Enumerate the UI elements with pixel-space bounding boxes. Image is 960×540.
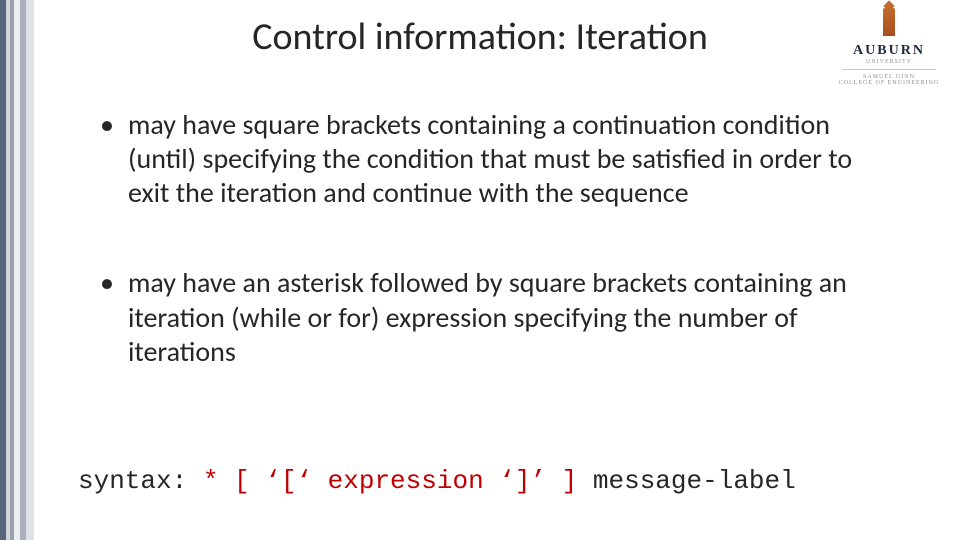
slide-body: may have square brackets containing a co… [100,108,890,425]
slide: AUBURN UNIVERSITY Samuel Ginn College of… [0,0,960,540]
syntax-suffix: message-label [577,466,795,496]
syntax-expression: * [ ‘[‘ expression ‘]’ ] [203,466,577,496]
bullet-item: may have an asterisk followed by square … [100,266,890,368]
bullet-item: may have square brackets containing a co… [100,108,890,210]
syntax-line: syntax: * [ ‘[‘ expression ‘]’ ] message… [78,466,796,496]
decorative-left-band [0,0,34,540]
slide-title: Control information: Iteration [0,14,960,60]
logo-sub-line-2: College of Engineering [834,80,944,86]
logo-divider [842,69,936,70]
syntax-prefix: syntax: [78,466,203,496]
bullet-list: may have square brackets containing a co… [100,108,890,369]
